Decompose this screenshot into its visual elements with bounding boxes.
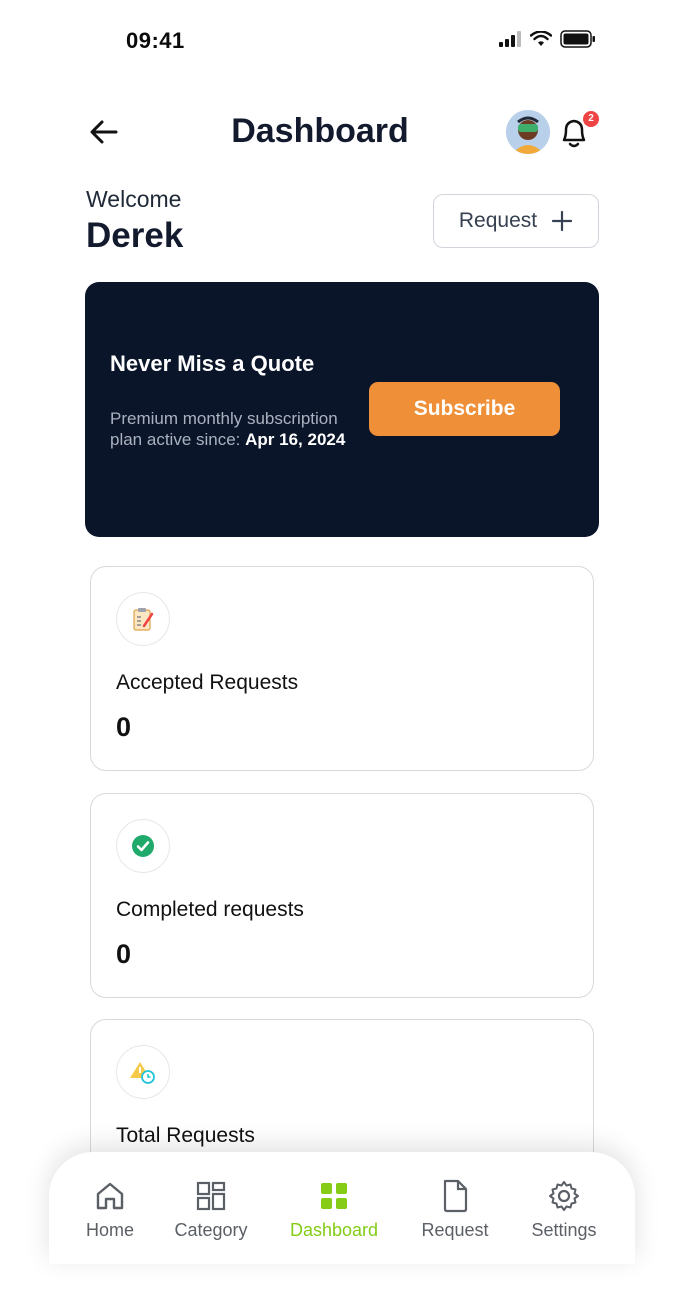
stat-label: Accepted Requests (116, 671, 299, 694)
stat-value: 0 (116, 712, 132, 742)
nav-settings[interactable]: Settings (509, 1178, 619, 1241)
clipboard-icon (116, 592, 170, 646)
header: Dashboard (0, 100, 684, 164)
gear-icon (546, 1178, 582, 1214)
nav-label: Category (174, 1220, 248, 1240)
new-request-button[interactable]: Request (433, 194, 599, 248)
signal-icon (499, 31, 521, 47)
dashboard-icon (316, 1178, 352, 1214)
clock-warning-icon (116, 1045, 170, 1099)
promo-title: Never Miss a Quote (110, 351, 315, 376)
nav-category[interactable]: Category (156, 1178, 266, 1241)
category-icon (193, 1178, 229, 1214)
check-circle-icon (116, 819, 170, 873)
accepted-requests-card[interactable]: Accepted Requests 0 (90, 566, 594, 771)
document-icon (437, 1178, 473, 1214)
stat-value: 0 (116, 939, 132, 969)
user-name: Derek (86, 216, 184, 255)
promo-since-date: Apr 16, 2024 (245, 430, 346, 449)
nav-label: Settings (531, 1220, 597, 1240)
notification-badge: 2 (583, 111, 599, 127)
welcome-label: Welcome (86, 186, 182, 212)
avatar-icon (506, 110, 550, 154)
completed-requests-card[interactable]: Completed requests 0 (90, 793, 594, 998)
wifi-icon (530, 31, 552, 46)
stat-label: Completed requests (116, 898, 304, 921)
status-icons (498, 30, 596, 48)
request-button-label: Request (458, 209, 538, 232)
nav-label: Request (421, 1220, 489, 1240)
home-icon (92, 1178, 128, 1214)
status-time: 09:41 (126, 28, 185, 53)
plus-icon (552, 210, 573, 232)
avatar[interactable] (506, 110, 550, 154)
subscription-card: Never Miss a Quote Premium monthly subsc… (85, 282, 599, 537)
subscribe-button[interactable]: Subscribe (369, 382, 560, 436)
bottom-navigation: Home Category Dashboard Request Settings (49, 1152, 635, 1264)
nav-label: Dashboard (289, 1220, 379, 1240)
status-bar: 09:41 (0, 0, 684, 80)
nav-label: Home (85, 1220, 134, 1240)
battery-icon (560, 30, 595, 48)
nav-dashboard[interactable]: Dashboard (279, 1178, 389, 1241)
promo-description: Premium monthly subscription plan active… (110, 408, 350, 450)
nav-home[interactable]: Home (55, 1178, 165, 1241)
nav-request[interactable]: Request (400, 1178, 510, 1241)
stat-label: Total Requests (116, 1124, 255, 1147)
